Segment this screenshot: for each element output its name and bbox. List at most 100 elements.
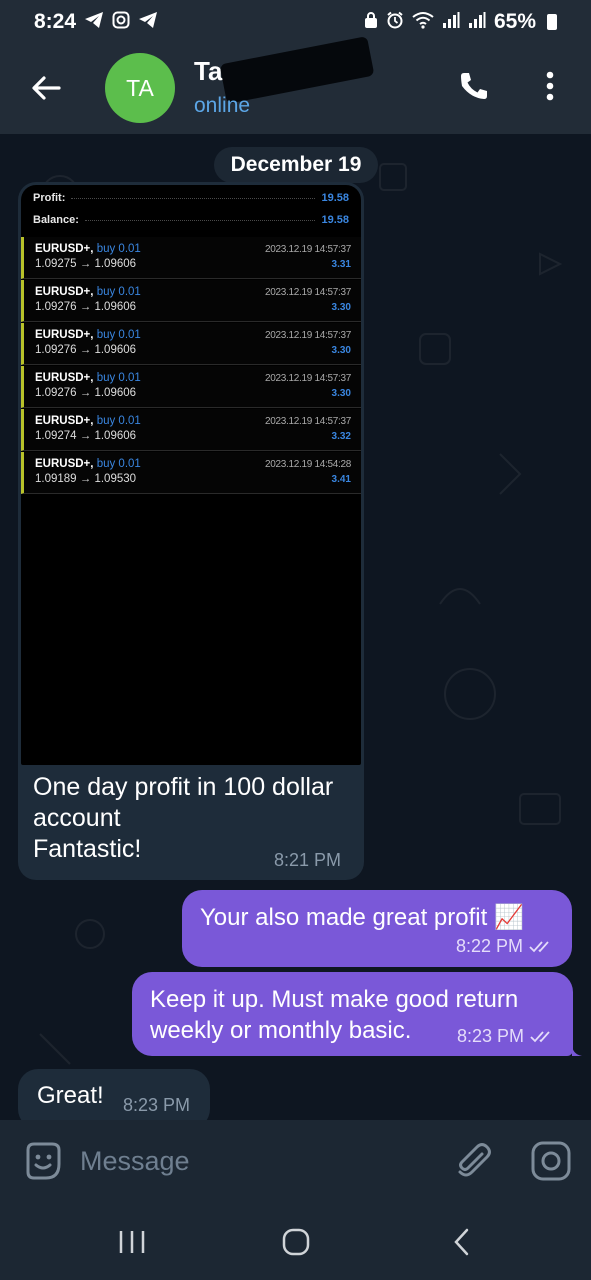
message-meta: 8:22 PM [456,936,555,957]
dot-leader [71,197,316,199]
chat-header: TA Tar online [0,36,591,134]
caption-line: account [33,804,121,832]
lock-icon [364,11,378,34]
summary-label: Profit: [33,192,66,204]
status-bar: 8:24 65% [0,0,591,44]
trade-symbol-line: EURUSD+, buy 0.01 [35,243,141,255]
message-text-line: Keep it up. Must make good return [150,986,519,1013]
bubble-tail [572,1044,582,1056]
sticker-emoji-icon [26,1142,61,1180]
summary-row-balance: Balance: 19.58 [21,209,361,231]
trade-profit: 3.30 [331,388,351,399]
trade-symbol: EURUSD+, [35,329,94,341]
trade-profit: 3.30 [331,302,351,313]
trade-row: EURUSD+, buy 0.01 1.09276 → 1.09606 2023… [21,323,361,365]
trade-time: 2023.12.19 14:57:37 [264,373,351,384]
home-icon [282,1228,310,1256]
chat-area[interactable]: December 19 Profit: 19.58 Balance: 19.58… [0,134,591,1120]
message-time: 8:23 PM [123,1095,191,1115]
trade-time: 2023.12.19 14:57:37 [264,244,351,255]
call-button[interactable] [452,64,496,108]
dot-leader [84,219,316,221]
trade-row: EURUSD+, buy 0.01 1.09276 → 1.09606 2023… [21,366,361,408]
phone-icon [461,73,487,99]
trade-symbol: EURUSD+, [35,372,94,384]
more-menu-button[interactable] [532,64,568,108]
trade-symbol: EURUSD+, [35,286,94,298]
battery-percent: 65% [493,10,536,33]
double-check-icon [529,940,549,952]
trade-profit: 3.32 [331,431,351,442]
message-time: 8:21 PM [274,850,342,870]
camera-icon [531,1141,571,1181]
trade-prices: 1.09276 → 1.09606 [35,344,137,356]
message-input[interactable] [80,1140,440,1182]
trade-time: 2023.12.19 14:57:37 [264,287,351,298]
trade-prices: 1.09276 → 1.09606 [35,387,137,399]
telegram-icon [138,11,158,34]
message-meta: 8:23 PM [457,1026,556,1047]
message-text-line: weekly or monthly basic. [150,1017,412,1044]
home-button[interactable] [274,1220,318,1264]
summary-row-profit: Profit: 19.58 [21,187,361,209]
trade-profit: 3.41 [331,474,351,485]
trade-side: buy 0.01 [96,329,141,341]
trade-side: buy 0.01 [96,372,141,384]
trade-prices: 1.09275 → 1.09606 [35,258,137,270]
trade-side: buy 0.01 [96,458,141,470]
trade-side: buy 0.01 [96,243,141,255]
trade-prices: 1.09189 → 1.09530 [35,473,137,485]
clock: 8:24 [34,10,77,33]
trade-row: EURUSD+, buy 0.01 1.09274 → 1.09606 2023… [21,409,361,451]
trade-row: EURUSD+, buy 0.01 1.09275 → 1.09606 2023… [21,237,361,279]
summary-value: 19.58 [321,192,349,204]
chevron-left-icon [454,1228,469,1256]
trade-symbol-line: EURUSD+, buy 0.01 [35,372,141,384]
recent-apps-icon [119,1231,145,1253]
trade-side: buy 0.01 [96,286,141,298]
trade-history-screenshot[interactable]: Profit: 19.58 Balance: 19.58 EURUSD+, bu… [21,185,361,765]
summary-value: 19.58 [321,214,349,226]
avatar[interactable]: TA [105,53,175,123]
incoming-message-bubble[interactable]: Great! 8:23 PM [18,1069,210,1120]
trade-symbol: EURUSD+, [35,458,94,470]
message-time: 8:23 PM [457,1026,525,1046]
recent-apps-button[interactable] [110,1220,154,1264]
paperclip-icon [458,1143,491,1177]
caption-line: One day profit in 100 dollar [33,773,334,801]
trade-prices: 1.09274 → 1.09606 [35,430,137,442]
battery-icon [547,14,557,30]
message-text: Your also made great profit 📈 [200,904,524,931]
trade-side: buy 0.01 [96,415,141,427]
double-check-icon [530,1030,550,1042]
attach-button[interactable] [452,1140,494,1182]
camera-button[interactable] [530,1140,572,1182]
trade-symbol-line: EURUSD+, buy 0.01 [35,415,141,427]
outgoing-message-bubble[interactable]: Keep it up. Must make good return weekly… [132,972,573,1056]
photo-message-bubble[interactable]: Profit: 19.58 Balance: 19.58 EURUSD+, bu… [18,182,364,880]
summary-label: Balance: [33,214,79,226]
trade-time: 2023.12.19 14:57:37 [264,330,351,341]
instagram-icon [112,11,130,34]
outgoing-message-bubble[interactable]: Your also made great profit 📈 8:22 PM [182,890,572,967]
message-composer [0,1120,591,1202]
message-time: 8:22 PM [456,936,524,956]
back-nav-button[interactable] [440,1220,484,1264]
emoji-button[interactable] [22,1140,64,1182]
trade-symbol-line: EURUSD+, buy 0.01 [35,286,141,298]
signal-icon [468,11,486,34]
trade-prices: 1.09276 → 1.09606 [35,301,137,313]
trade-time: 2023.12.19 14:54:28 [264,459,351,470]
trade-row: EURUSD+, buy 0.01 1.09189 → 1.09530 2023… [21,452,361,494]
trade-time: 2023.12.19 14:57:37 [264,416,351,427]
trade-symbol-line: EURUSD+, buy 0.01 [35,329,141,341]
trade-profit: 3.30 [331,345,351,356]
back-button[interactable] [26,68,66,108]
message-text: Great! [37,1082,104,1109]
date-separator: December 19 [214,147,378,183]
contact-status: online [194,94,251,117]
signal-icon [442,11,460,34]
wifi-icon [412,11,434,34]
trade-symbol: EURUSD+, [35,243,94,255]
trade-row: EURUSD+, buy 0.01 1.09276 → 1.09606 2023… [21,280,361,322]
